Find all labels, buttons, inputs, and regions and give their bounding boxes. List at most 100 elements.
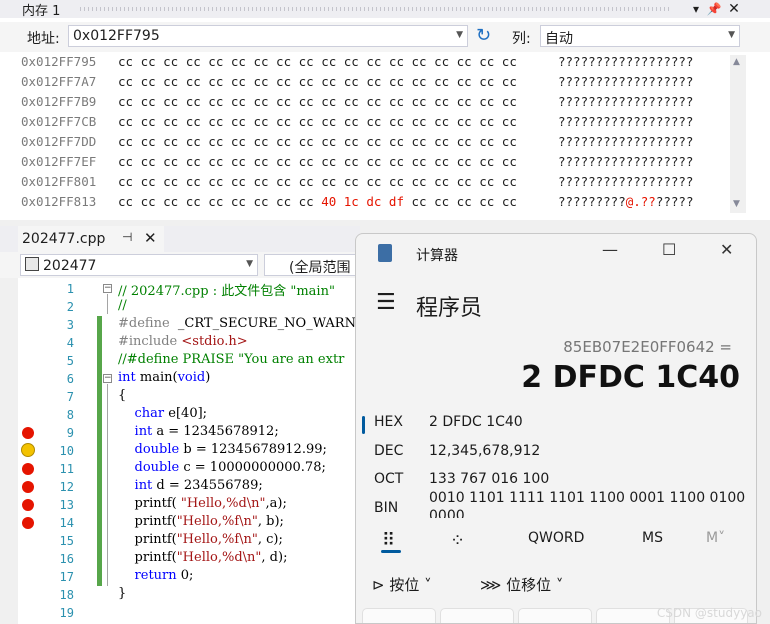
bit-toggle-keypad-icon[interactable]: ⁘ [450, 530, 465, 551]
chevron-down-icon: ▼ [246, 259, 253, 269]
bitwise-button[interactable]: ⊳ 按位 ˅ [372, 574, 432, 595]
changed-bytes: 40 1c dc df [321, 194, 404, 209]
maximize-icon[interactable]: ☐ [662, 240, 676, 259]
project-select[interactable]: 202477 ▼ [20, 254, 258, 276]
dec-label[interactable]: DEC [374, 443, 403, 459]
line-number: 6 [66, 372, 74, 386]
code-line: } [118, 586, 127, 601]
oct-value: 133 767 016 100 [429, 471, 550, 487]
memory-grid[interactable]: 0x012FF795 cc cc cc cc cc cc cc cc cc cc… [18, 52, 730, 214]
bitshift-button[interactable]: ⋙ 位移位 ˅ [480, 574, 563, 595]
scroll-down-icon[interactable]: ▼ [733, 199, 740, 209]
memory-window: 内存 1 ▾ 📌 ✕ 地址: 0x012FF795 ▼ ↻ 列: 自动 ▼ 0x… [0, 0, 770, 220]
line-number: 12 [59, 480, 74, 494]
code-line: printf( "Hello,%d\n",a); [118, 496, 287, 511]
dropdown-icon[interactable]: ▾ [688, 0, 704, 18]
calculator-app-icon [378, 244, 392, 262]
chevron-down-icon: ▼ [456, 30, 463, 40]
code-line: int d = 234556789; [134, 478, 263, 493]
collapse-icon[interactable]: − [103, 284, 112, 293]
word-size-button[interactable]: QWORD [528, 530, 584, 546]
logic-gate-icon: ⊳ [372, 576, 385, 594]
code-line: // [118, 298, 127, 313]
change-indicator [97, 316, 102, 586]
code-line: double c = 10000000000.78; [134, 460, 326, 475]
code-line: #define _CRT_SECURE_NO_WARNINGS [118, 316, 360, 331]
line-number: 2 [66, 300, 74, 314]
line-number: 18 [59, 588, 74, 602]
key-button[interactable] [362, 608, 436, 623]
line-number: 8 [66, 408, 74, 422]
pin-icon[interactable]: ⊣ [122, 230, 132, 244]
code-editor[interactable]: 1 2 3 4 5 6 7 8 9 10 11 12 13 14 15 16 1… [0, 278, 360, 624]
calculator-window: 计算器 — ☐ ✕ ☰ 程序员 85EB07E2E0FF0642 = 2 DFD… [355, 233, 757, 624]
line-number: 16 [59, 552, 74, 566]
hex-label[interactable]: HEX [374, 414, 403, 430]
minimize-icon[interactable]: — [602, 240, 618, 259]
line-number: 17 [59, 570, 74, 584]
code-line: //#define PRAISE "You are an extr [118, 352, 345, 367]
code-line: printf("Hello,%f\n", b); [118, 514, 284, 529]
memory-row: 0x012FF801 cc cc cc cc cc cc cc cc cc cc… [21, 174, 694, 189]
memory-row: 0x012FF795 cc cc cc cc cc cc cc cc cc cc… [21, 54, 694, 69]
memory-view-button[interactable]: M˅ [706, 530, 725, 546]
breakpoint-icon[interactable] [22, 427, 34, 439]
pin-icon[interactable]: 📌 [706, 0, 722, 18]
bin-value: 0010 1101 1111 1101 1100 0001 1100 0100 [429, 490, 746, 506]
tab-202477-cpp[interactable]: 202477.cpp ⊣ ✕ [18, 226, 164, 252]
bin-label[interactable]: BIN [374, 500, 398, 516]
key-button[interactable] [440, 608, 514, 623]
memory-toolbar: 地址: 0x012FF795 ▼ ↻ 列: 自动 ▼ [0, 22, 770, 52]
address-field[interactable]: 0x012FF795 ▼ [68, 25, 468, 47]
full-keypad-icon[interactable]: ⠿ [382, 530, 395, 551]
columns-label: 列: [512, 31, 531, 47]
line-number: 1 [66, 282, 74, 296]
code-line: char e[40]; [134, 406, 208, 421]
code-line: double b = 12345678912.99; [134, 442, 327, 457]
shift-icon: ⋙ [480, 576, 502, 594]
calculator-title: 计算器 [416, 248, 458, 264]
scroll-up-icon[interactable]: ▲ [733, 57, 740, 67]
code-line: printf("Hello,%d\n", d); [118, 550, 288, 565]
editor-nav-bar: 202477 ▼ (全局范围 [0, 252, 364, 278]
current-line-arrow-icon [21, 443, 35, 457]
refresh-icon[interactable]: ↻ [476, 25, 491, 46]
hex-selected-indicator [362, 416, 365, 434]
collapse-icon[interactable]: − [103, 374, 112, 383]
breakpoint-icon[interactable] [22, 463, 34, 475]
scope-select[interactable]: (全局范围 [264, 254, 364, 276]
memory-row: 0x012FF7CB cc cc cc cc cc cc cc cc cc cc… [21, 114, 694, 129]
expression-display: 85EB07E2E0FF0642 = [563, 338, 732, 356]
memory-row: 0x012FF7A7 cc cc cc cc cc cc cc cc cc cc… [21, 74, 694, 89]
line-number: 11 [59, 462, 74, 476]
code-line: int a = 12345678912; [134, 424, 279, 439]
memory-scrollbar[interactable]: ▲ ▼ [730, 55, 746, 213]
oct-label[interactable]: OCT [374, 471, 403, 487]
close-icon[interactable]: ✕ [720, 240, 733, 259]
line-number: 5 [66, 354, 74, 368]
breakpoint-icon[interactable] [22, 481, 34, 493]
close-icon[interactable]: ✕ [726, 0, 742, 18]
line-number: 19 [59, 606, 74, 620]
breakpoint-gutter[interactable] [0, 278, 18, 624]
line-number: 13 [59, 498, 74, 512]
key-button[interactable] [518, 608, 592, 623]
code-line: printf("Hello,%f\n", c); [118, 532, 283, 547]
line-number: 7 [66, 390, 74, 404]
memory-title: 内存 1 [22, 4, 61, 19]
breakpoint-icon[interactable] [22, 499, 34, 511]
hex-value: 2 DFDC 1C40 [429, 414, 523, 430]
line-number: 4 [66, 336, 74, 350]
code-line: // 202477.cpp : 此文件包含 "main" [118, 284, 335, 299]
code-line: return 0; [134, 568, 194, 583]
address-label: 地址: [27, 31, 60, 47]
close-icon[interactable]: ✕ [144, 229, 157, 247]
columns-select[interactable]: 自动 ▼ [540, 25, 740, 47]
result-display: 2 DFDC 1C40 [521, 360, 740, 395]
breakpoint-icon[interactable] [22, 517, 34, 529]
mode-title: 程序员 [416, 296, 483, 321]
chevron-down-icon: ▼ [728, 30, 735, 40]
memory-row: 0x012FF7DD cc cc cc cc cc cc cc cc cc cc… [21, 134, 694, 149]
memory-store-button[interactable]: MS [642, 530, 663, 546]
menu-icon[interactable]: ☰ [376, 292, 396, 314]
